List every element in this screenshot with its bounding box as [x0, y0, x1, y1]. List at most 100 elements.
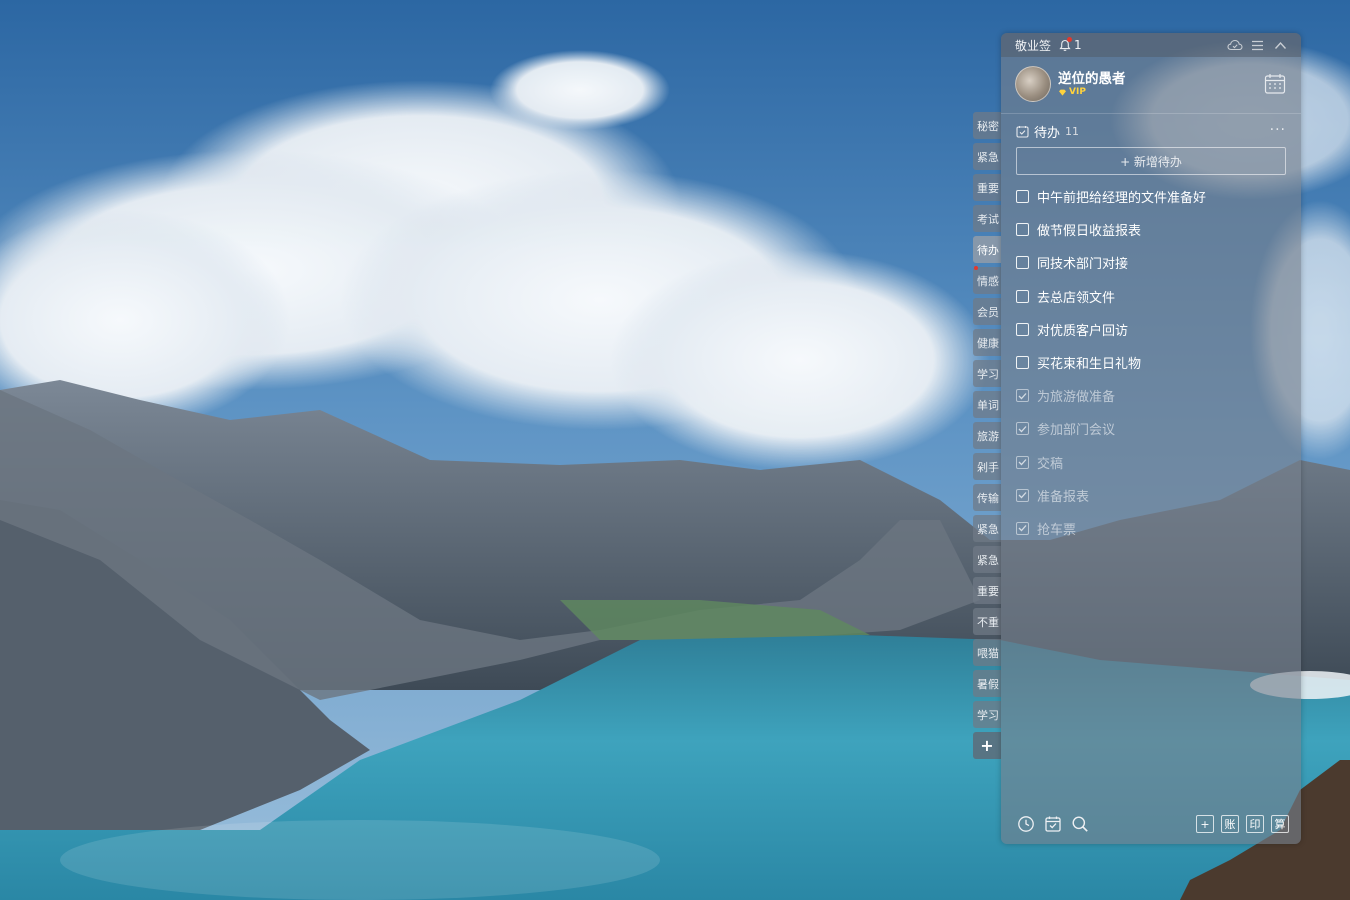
- notification-count: 1: [1074, 38, 1082, 52]
- todo-checkbox[interactable]: [1016, 356, 1029, 370]
- todo-checkbox-checked[interactable]: [1016, 422, 1029, 436]
- check-icon: [1018, 425, 1027, 433]
- todo-checkbox[interactable]: [1016, 322, 1029, 336]
- tab-category[interactable]: 紧急: [973, 515, 1001, 542]
- todo-item-done[interactable]: 抢车票: [1016, 512, 1286, 545]
- done-list-button[interactable]: [1044, 815, 1062, 833]
- todo-text: 为旅游做准备: [1037, 390, 1116, 406]
- print-button[interactable]: 印: [1246, 815, 1264, 833]
- check-icon: [1018, 459, 1027, 466]
- app-title: 敬业签: [1015, 38, 1052, 53]
- todo-item[interactable]: 中午前把给经理的文件准备好: [1016, 180, 1286, 213]
- todo-checkbox[interactable]: [1016, 256, 1029, 270]
- window-actions: [1226, 37, 1289, 53]
- add-category-button[interactable]: +: [973, 732, 1001, 759]
- divider: [1001, 113, 1301, 114]
- tab-category[interactable]: 学习: [973, 701, 1001, 728]
- vip-badge: VIP: [1058, 87, 1086, 97]
- clock-icon: [1018, 816, 1034, 832]
- tab-category[interactable]: 会员: [973, 298, 1001, 325]
- todo-checkbox[interactable]: [1016, 289, 1029, 303]
- bottom-toolbar: + 账 印 算: [1001, 803, 1301, 843]
- more-button[interactable]: ···: [1270, 122, 1286, 138]
- todo-item[interactable]: 做节假日收益报表: [1016, 213, 1286, 246]
- tab-category[interactable]: 喂猫: [973, 639, 1001, 666]
- menu-icon: [1252, 40, 1263, 50]
- bottom-left-tools: [1017, 815, 1089, 833]
- todo-text: 中午前把给经理的文件准备好: [1037, 191, 1207, 207]
- tab-category-active[interactable]: 待办: [973, 236, 1001, 263]
- todo-checkbox[interactable]: [1016, 223, 1029, 237]
- tab-category[interactable]: 紧急: [973, 143, 1001, 170]
- tab-category[interactable]: 不重: [973, 608, 1001, 635]
- todo-checkbox-checked[interactable]: [1016, 455, 1029, 469]
- check-icon: [1018, 525, 1027, 532]
- todo-text: 去总店领文件: [1037, 290, 1116, 306]
- todo-text: 对优质客户回访: [1037, 323, 1129, 339]
- avatar[interactable]: [1015, 66, 1051, 102]
- tab-category[interactable]: 情感: [973, 267, 1001, 294]
- todo-count: 11: [1065, 124, 1080, 138]
- account-button[interactable]: 账: [1221, 815, 1239, 833]
- calendar-icon: [1264, 74, 1286, 94]
- cloud-sync-button[interactable]: [1226, 37, 1243, 53]
- check-icon: [1018, 392, 1027, 400]
- todo-text: 抢车票: [1037, 522, 1077, 538]
- diamond-icon: [1059, 89, 1066, 96]
- category-tabs: 秘密 紧急 重要 考试 待办 情感 会员 健康 学习 单词 旅游 剁手 传输 紧…: [973, 112, 1001, 763]
- todo-item[interactable]: 买花束和生日礼物: [1016, 346, 1286, 379]
- tab-category[interactable]: 健康: [973, 329, 1001, 356]
- tab-category[interactable]: 传输: [973, 484, 1001, 511]
- bottom-right-tools: + 账 印 算: [1196, 815, 1289, 833]
- todo-item[interactable]: 对优质客户回访: [1016, 313, 1286, 346]
- notification-dot: [1067, 37, 1073, 42]
- tab-category[interactable]: 学习: [973, 360, 1001, 387]
- title-bar[interactable]: 敬业签 1: [1001, 33, 1301, 57]
- tab-category[interactable]: 紧急: [973, 546, 1001, 573]
- todo-check-icon: [1016, 125, 1029, 138]
- tab-category[interactable]: 单词: [973, 391, 1001, 418]
- calendar-button[interactable]: [1263, 72, 1287, 96]
- tab-category[interactable]: 考试: [973, 205, 1001, 232]
- username: 逆位的愚者: [1058, 71, 1126, 87]
- todo-item[interactable]: 去总店领文件: [1016, 280, 1286, 313]
- add-note-button[interactable]: +: [1196, 815, 1214, 833]
- cloud-sync-icon: [1226, 39, 1243, 51]
- todo-text: 交稿: [1037, 456, 1064, 472]
- todo-text: 做节假日收益报表: [1037, 224, 1142, 240]
- todo-list: 中午前把给经理的文件准备好 做节假日收益报表 同技术部门对接 去总店领文件 对优…: [1016, 180, 1286, 545]
- todo-title: 待办: [1034, 125, 1061, 141]
- tab-category[interactable]: 重要: [973, 577, 1001, 604]
- todo-text: 同技术部门对接: [1037, 257, 1129, 273]
- tab-category[interactable]: 剁手: [973, 453, 1001, 480]
- todo-header: 待办 11 ···: [1016, 122, 1286, 141]
- add-todo-button[interactable]: + 新增待办: [1016, 147, 1286, 175]
- reminder-button[interactable]: [1017, 815, 1035, 833]
- menu-button[interactable]: [1249, 37, 1266, 53]
- todo-checkbox-checked[interactable]: [1016, 389, 1029, 403]
- search-icon: [1072, 816, 1088, 832]
- todo-text: 参加部门会议: [1037, 423, 1116, 439]
- search-button[interactable]: [1071, 815, 1089, 833]
- todo-checkbox-checked[interactable]: [1016, 521, 1029, 535]
- check-icon: [1018, 492, 1027, 499]
- notification-button[interactable]: 1: [1059, 37, 1082, 52]
- chevron-up-icon: [1274, 41, 1287, 49]
- tab-category[interactable]: 秘密: [973, 112, 1001, 139]
- todo-text: 准备报表: [1037, 489, 1090, 505]
- todo-item-done[interactable]: 参加部门会议: [1016, 412, 1286, 445]
- collapse-button[interactable]: [1272, 37, 1289, 53]
- tab-category[interactable]: 旅游: [973, 422, 1001, 449]
- todo-item-done[interactable]: 交稿: [1016, 446, 1286, 479]
- note-window: 敬业签 1 逆位的愚者 VIP 待办 11 ··· + 新增待办 中午前把给经理…: [1001, 33, 1301, 844]
- todo-item-done[interactable]: 准备报表: [1016, 479, 1286, 512]
- tab-category[interactable]: 暑假: [973, 670, 1001, 697]
- todo-item[interactable]: 同技术部门对接: [1016, 246, 1286, 279]
- tab-category[interactable]: 重要: [973, 174, 1001, 201]
- todo-text: 买花束和生日礼物: [1037, 357, 1142, 373]
- todo-item-done[interactable]: 为旅游做准备: [1016, 379, 1286, 412]
- todo-checkbox-checked[interactable]: [1016, 488, 1029, 502]
- user-profile[interactable]: 逆位的愚者 VIP: [1015, 66, 1287, 104]
- calculator-button[interactable]: 算: [1271, 815, 1289, 833]
- todo-checkbox[interactable]: [1016, 190, 1029, 204]
